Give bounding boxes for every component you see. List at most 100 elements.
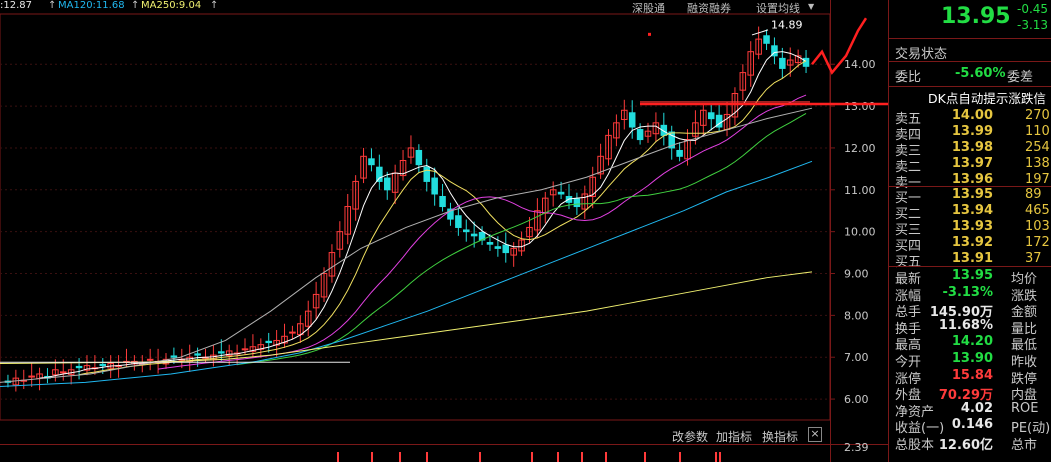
price-tick-label: 11.00 <box>844 184 876 197</box>
candle-body <box>218 351 225 354</box>
buy-level-volume: 103 <box>1025 219 1050 234</box>
candle-body <box>486 242 494 245</box>
candle-body <box>470 233 478 237</box>
kline-chart[interactable]: 14.00 13.00 12.00 11.00 10.00 9.00 8.00 7.00 6.0… <box>0 0 888 462</box>
stat-row: 换手 11.68% 量比 <box>893 318 1051 337</box>
ma250-readout: MA250:9.04 <box>141 0 202 11</box>
buy-level-row: 买五 13.91 37 <box>893 251 1051 270</box>
dk-hint-text: DK点自动提示涨跌信 <box>928 91 1046 106</box>
stat-value: 14.20 <box>951 334 993 350</box>
sell-level-row: 卖四 13.99 110 <box>893 124 1051 143</box>
buy-level-price: 13.93 <box>951 219 993 234</box>
candle-body <box>573 198 581 208</box>
buy-level-row: 买三 13.93 103 <box>893 219 1051 238</box>
indicator-bar: :12.87 ↑ MA120:11.68 ↑ MA250:9.04 ↑ 深股通 … <box>0 0 830 16</box>
sell-level-price: 13.98 <box>951 140 993 155</box>
price-tick-label: 12.00 <box>844 142 876 155</box>
stat-row: 总手 145.90万 金额 <box>893 301 1051 320</box>
shengutong-button[interactable]: 深股通 <box>632 0 665 16</box>
candle-body <box>368 158 375 166</box>
buy-level-price: 13.94 <box>951 203 993 218</box>
buy-level-row: 买四 13.92 172 <box>893 235 1051 254</box>
sell-level-row: 卖二 13.97 138 <box>893 156 1051 175</box>
stat-row: 收益(一) 0.146 PE(动) <box>893 417 1051 436</box>
price-pane-frame <box>0 13 831 421</box>
buy-level-price: 13.91 <box>951 251 993 266</box>
stat-value: 0.146 <box>951 417 993 433</box>
price-change-pct: -3.13 <box>1017 18 1049 32</box>
price-change: -0.45 <box>1017 2 1049 16</box>
candle-body <box>99 363 107 367</box>
candle-body <box>779 57 786 69</box>
divider <box>889 266 1051 267</box>
sell-level-row: 卖五 14.00 270 <box>893 108 1051 127</box>
buy-level-price: 13.92 <box>951 235 993 250</box>
ma10-line <box>78 60 807 376</box>
candle-body <box>494 246 502 249</box>
gaicanshu-button[interactable]: 改参数 <box>672 428 708 445</box>
candle-body <box>502 244 510 254</box>
buy-level-volume: 89 <box>1025 187 1042 202</box>
stat-value: -3.13% <box>942 284 994 300</box>
arrow-up-icon: ↑ <box>210 0 219 11</box>
buy-level-volume: 37 <box>1025 251 1042 266</box>
weibi-value: -5.60% <box>955 66 1006 81</box>
price-tick-label: 8.00 <box>844 309 869 322</box>
huanzhibiao-button[interactable]: 换指标 <box>762 428 798 445</box>
stat-label-2: ROE <box>1011 400 1039 416</box>
divider <box>889 38 1051 39</box>
candle-body <box>28 375 35 378</box>
stat-row: 最新 13.95 均价 <box>893 268 1051 287</box>
stat-value: 13.95 <box>951 268 993 283</box>
quote-panel: 13.95 -0.45 -3.13 交易状态 委比 -5.60% 委差 卖五 14… <box>888 0 1051 462</box>
price-tick-label: 13.00 <box>844 100 876 113</box>
chevron-down-icon[interactable]: ▼ <box>808 2 814 11</box>
rongzi-button[interactable]: 融资融券 <box>687 0 731 16</box>
sell-level-price: 13.97 <box>951 156 993 171</box>
divider <box>889 86 1051 87</box>
ma-settings-button[interactable]: 设置均线 <box>756 0 800 16</box>
candle-body <box>170 355 178 358</box>
jiazhibiao-button[interactable]: 加指标 <box>716 428 752 445</box>
stat-value: 12.60亿 <box>938 438 993 453</box>
candle-body <box>628 112 636 128</box>
sell-level-volume: 197 <box>1025 172 1050 187</box>
candle-body <box>241 348 249 351</box>
weicha-label: 委差 <box>1007 70 1034 85</box>
candle-body <box>439 195 446 208</box>
price-tick-label: 10.00 <box>844 226 876 239</box>
peak-price-label: 14.89 <box>771 19 803 32</box>
candle-body <box>455 215 462 228</box>
buy-level-price: 13.95 <box>951 187 993 202</box>
candle-body <box>423 166 431 182</box>
stat-value: 13.90 <box>951 351 993 366</box>
price-tick-label: 9.00 <box>844 268 869 281</box>
arrow-up-icon: ↑ <box>48 0 57 11</box>
ma120-readout: MA120:11.68 <box>58 0 125 11</box>
buy-level-volume: 465 <box>1025 203 1050 218</box>
lower-tick-label: 2.39 <box>844 441 869 454</box>
candle-body <box>557 191 565 195</box>
candle-body <box>763 35 770 44</box>
price-tick-label: 6.00 <box>844 393 869 406</box>
candle-body <box>383 177 391 191</box>
buy-level-volume: 172 <box>1025 235 1050 250</box>
buy-level-row: 买二 13.94 465 <box>893 203 1051 222</box>
candle-body <box>676 149 683 157</box>
candle-body <box>289 331 296 334</box>
sell-level-price: 13.99 <box>951 124 993 139</box>
trade-status-label: 交易状态 <box>895 47 948 62</box>
candle-body <box>265 340 272 344</box>
sell-level-price: 14.00 <box>951 108 993 123</box>
candle-body <box>376 166 383 182</box>
stat-value: 15.84 <box>951 367 993 383</box>
ma60-readout: :12.87 <box>0 0 32 11</box>
peak-pointer <box>751 29 769 36</box>
buy-level-row: 买一 13.95 89 <box>893 187 1051 206</box>
sell-level-price: 13.96 <box>951 172 993 187</box>
close-icon[interactable]: × <box>808 427 822 442</box>
sell-level-volume: 138 <box>1025 156 1050 171</box>
ma250-line <box>0 271 813 364</box>
candle-body <box>75 365 83 369</box>
candle-body <box>415 149 423 166</box>
